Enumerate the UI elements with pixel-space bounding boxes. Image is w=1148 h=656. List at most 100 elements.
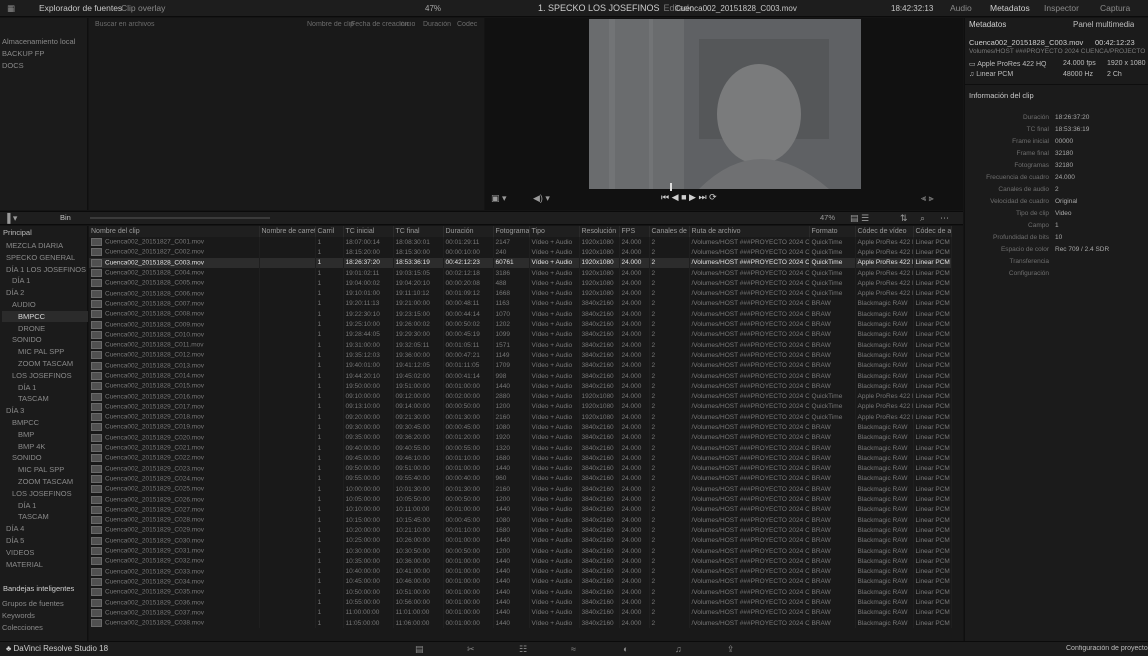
table-row[interactable]: Cuenca002_20151829_C030.mov 1 10:25:00:00 1…: [89, 535, 952, 546]
table-row[interactable]: Cuenca002_20151829_C035.mov 1 10:50:00:00 1…: [89, 587, 952, 598]
table-row[interactable]: Cuenca002_20151827_C002.mov 1 18:15:20:00 1…: [89, 247, 952, 258]
table-row[interactable]: Cuenca002_20151828_C008.mov 1 19:22:30:10 1…: [89, 309, 952, 320]
tab-clip-overlay[interactable]: Clip overlay: [118, 3, 168, 14]
column-header[interactable]: Códec de audio: [913, 226, 952, 237]
page-tab-icon[interactable]: ✂: [467, 644, 475, 655]
bin-item[interactable]: DÍA 4: [2, 523, 88, 534]
bin-item[interactable]: DÍA 1: [2, 500, 88, 511]
table-row[interactable]: Cuenca002_20151829_C029.mov 1 10:20:00:00 1…: [89, 525, 952, 536]
bin-item[interactable]: DÍA 1: [2, 382, 88, 393]
table-row[interactable]: Cuenca002_20151829_C037.mov 1 11:00:00:00 1…: [89, 607, 952, 618]
table-row[interactable]: Cuenca002_20151828_C015.mov 1 19:50:00:00 1…: [89, 381, 952, 392]
bin-item[interactable]: SONIDO: [2, 334, 88, 345]
bin-zoom-percent[interactable]: 47%: [820, 213, 835, 222]
table-row[interactable]: Cuenca002_20151828_C007.mov 1 19:20:11:13 1…: [89, 298, 952, 310]
table-row[interactable]: Cuenca002_20151829_C038.mov 1 11:05:00:00 1…: [89, 617, 952, 629]
browser-header-codec[interactable]: Codec: [457, 21, 477, 28]
column-header[interactable]: FPS: [619, 226, 650, 237]
column-header[interactable]: Códec de vídeo: [855, 226, 914, 237]
table-row[interactable]: Cuenca002_20151829_C017.mov 1 09:13:10:00 0…: [89, 401, 952, 413]
bin-item[interactable]: MEZCLA DIARIA: [2, 240, 88, 251]
bin-item[interactable]: MIC PAL SPP: [2, 464, 88, 475]
page-tab-icon[interactable]: ♫: [675, 644, 682, 654]
table-row[interactable]: Cuenca002_20151829_C032.mov 1 10:35:00:00 1…: [89, 556, 952, 567]
metadata-mode-select[interactable]: Panel multimedia: [1073, 20, 1134, 29]
table-row[interactable]: Cuenca002_20151828_C004.mov 1 19:01:02:11 1…: [89, 267, 952, 279]
metadata-field-value[interactable]: 18:26:37:20: [1055, 114, 1089, 121]
table-row[interactable]: Cuenca002_20151829_C036.mov 1 10:55:00:00 1…: [89, 597, 952, 608]
bin-list-toggle-icon[interactable]: ▐ ▾: [4, 213, 17, 224]
table-row[interactable]: Cuenca002_20151829_C020.mov 1 09:35:00:00 0…: [89, 432, 952, 443]
browser-header-duration[interactable]: Duración: [423, 21, 451, 28]
table-row[interactable]: Cuenca002_20151828_C012.mov 1 19:35:12:03 1…: [89, 350, 952, 361]
bin-item[interactable]: DÍA 2: [2, 287, 88, 298]
aspect-icon[interactable]: ▣ ▾: [491, 193, 507, 204]
table-row[interactable]: Cuenca002_20151829_C022.mov 1 09:45:00:00 0…: [89, 453, 952, 464]
metadata-field-value[interactable]: 1: [1055, 222, 1059, 229]
table-row[interactable]: Cuenca002_20151829_C023.mov 1 09:50:00:00 0…: [89, 463, 952, 474]
tab-inspector[interactable]: Inspector: [1044, 3, 1079, 13]
bin-item[interactable]: TASCAM: [2, 393, 88, 404]
page-tab-icon[interactable]: ☷: [519, 644, 527, 655]
column-header[interactable]: Carril: [315, 226, 344, 237]
page-tab-icon[interactable]: ⇪: [727, 644, 735, 655]
thumbnail-size-slider[interactable]: [90, 217, 270, 219]
table-row[interactable]: Cuenca002_20151828_C010.mov 1 19:28:44:05 1…: [89, 329, 952, 340]
search-icon[interactable]: ⌕: [920, 213, 925, 224]
bin-item[interactable]: SPECKO GENERAL: [2, 252, 88, 263]
bin-item[interactable]: LOS JOSEFINOS: [2, 488, 88, 499]
play-button[interactable]: ▶: [689, 192, 696, 202]
bin-item[interactable]: ZOOM TASCAM: [2, 358, 88, 369]
column-header[interactable]: Fotogramas: [493, 226, 530, 237]
browser-header-name[interactable]: Nombre de clip: [307, 21, 354, 28]
column-header[interactable]: Tipo: [529, 226, 580, 237]
table-row[interactable]: Cuenca002_20151828_C005.mov 1 19:04:00:02 1…: [89, 278, 952, 289]
column-header[interactable]: Resolución: [579, 226, 620, 237]
table-row[interactable]: Cuenca002_20151829_C024.mov 1 09:55:00:00 0…: [89, 473, 952, 485]
more-options-icon[interactable]: ⋯: [940, 213, 949, 224]
bin-item[interactable]: SONIDO: [2, 452, 88, 463]
table-row[interactable]: Cuenca002_20151829_C028.mov 1 10:15:00:00 1…: [89, 515, 952, 526]
column-header[interactable]: Canales de audio: [649, 226, 690, 237]
metadata-field-value[interactable]: 32180: [1055, 162, 1073, 169]
tab-media-browser[interactable]: Explorador de fuentes: [36, 3, 125, 14]
metadata-field-value[interactable]: Rec 709 / 2.4 SDR: [1055, 246, 1109, 253]
bin-tree-header[interactable]: Principal: [3, 228, 32, 237]
audio-icon[interactable]: ◀) ▾: [533, 193, 550, 204]
bin-item[interactable]: DRONE: [2, 323, 88, 334]
bin-item[interactable]: DÍA 5: [2, 535, 88, 546]
next-button[interactable]: ⏭: [698, 192, 706, 202]
table-row[interactable]: Cuenca002_20151827_C001.mov 1 18:07:00:14 1…: [89, 237, 952, 248]
column-header[interactable]: Duración: [443, 226, 494, 237]
table-row[interactable]: Cuenca002_20151829_C026.mov 1 10:05:00:00 1…: [89, 494, 952, 505]
metadata-field-value[interactable]: 18:53:36:19: [1055, 126, 1089, 133]
smart-bin-keywords[interactable]: Keywords: [2, 610, 88, 621]
bin-item[interactable]: BMPCC: [2, 310, 88, 322]
location-local-storage[interactable]: Almacenamiento local: [2, 36, 88, 47]
bin-item[interactable]: TASCAM: [2, 511, 88, 522]
table-row[interactable]: Cuenca002_20151828_C006.mov 1 19:10:01:00 1…: [89, 288, 952, 299]
bin-item[interactable]: DÍA 1 LOS JOSEFINOS: [2, 264, 88, 275]
table-row[interactable]: Cuenca002_20151828_C011.mov 1 19:31:00:00 1…: [89, 339, 952, 351]
bin-item[interactable]: MATERIAL: [2, 559, 88, 570]
column-header[interactable]: Formato: [809, 226, 856, 237]
table-row[interactable]: Cuenca002_20151829_C019.mov 1 09:30:00:00 0…: [89, 422, 952, 433]
table-row[interactable]: Cuenca002_20151829_C016.mov 1 09:10:00:00 0…: [89, 391, 952, 402]
loop-button[interactable]: ⟳: [709, 192, 717, 202]
mark-in-out-icon[interactable]: ⫷ ⫸: [921, 193, 934, 204]
location-docs[interactable]: DOCS: [2, 60, 88, 71]
table-row[interactable]: Cuenca002_20151829_C033.mov 1 10:40:00:00 1…: [89, 566, 952, 577]
browser-header-start[interactable]: Inicio: [399, 21, 415, 28]
smart-bins-header[interactable]: Bandejas inteligentes: [3, 584, 74, 593]
tab-audio[interactable]: Audio: [950, 3, 972, 13]
metadata-field-value[interactable]: 10: [1055, 234, 1062, 241]
table-row[interactable]: Cuenca002_20151829_C034.mov 1 10:45:00:00 1…: [89, 576, 952, 588]
previous-button[interactable]: ⏮: [661, 192, 669, 202]
column-header[interactable]: Ruta de archivo: [689, 226, 810, 237]
table-row[interactable]: Cuenca002_20151828_C009.mov 1 19:25:10:00 1…: [89, 319, 952, 330]
page-tab-icon[interactable]: ◐: [623, 644, 628, 654]
page-tab-icon[interactable]: ▤: [415, 644, 424, 655]
view-mode-icon[interactable]: ▤ ☰: [850, 213, 869, 224]
table-row[interactable]: Cuenca002_20151829_C021.mov 1 09:40:00:00 0…: [89, 442, 952, 454]
table-row[interactable]: Cuenca002_20151828_C013.mov 1 19:40:01:00 1…: [89, 360, 952, 371]
